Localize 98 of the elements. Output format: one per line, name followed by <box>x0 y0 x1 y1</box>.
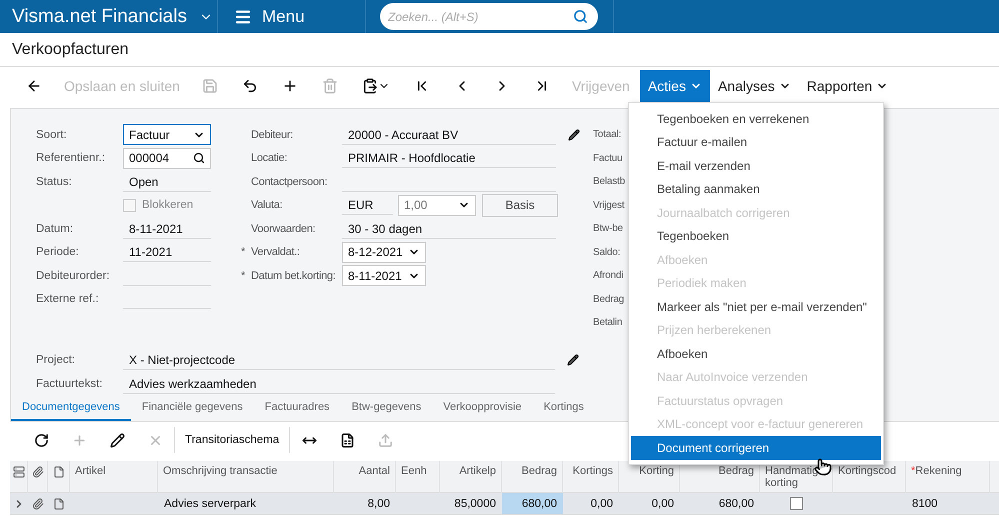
column-header[interactable]: Omschrijving transactie <box>163 465 328 477</box>
menu-item[interactable]: Factuur e-mailen <box>631 130 881 154</box>
field-label: Status: <box>36 176 73 188</box>
field-label: Referentienr.: <box>36 152 106 164</box>
value-field[interactable]: 11-2021 <box>123 242 211 262</box>
field-label: Voorwaarden: <box>251 222 316 235</box>
field-label: Contactpersoon: <box>251 176 328 188</box>
tab[interactable]: Documentgegevens <box>11 394 131 421</box>
required-mark: * <box>241 270 246 282</box>
stack-icon <box>12 466 24 478</box>
tab[interactable]: Financiële gegevens <box>130 394 254 421</box>
column-header[interactable]: Kortings <box>568 465 613 477</box>
menu-button[interactable]: Menu <box>218 0 366 33</box>
toolbar-button[interactable]: Transitoriaschema <box>174 427 290 453</box>
field-label: Periode: <box>36 246 80 258</box>
menu-item[interactable]: Tegenboeken <box>631 224 881 248</box>
menu-item[interactable]: Markeer als "niet per e-mail verzenden" <box>631 295 881 318</box>
date-field[interactable]: 8-11-2021 <box>342 265 426 286</box>
table-cell-text: 0,00 <box>650 496 675 512</box>
column-header[interactable]: Artikel <box>75 465 152 477</box>
menu-item[interactable]: Betaling aanmaken <box>631 178 881 201</box>
table-cell-text: 680,00 <box>718 496 755 512</box>
field-label: Totaal: <box>593 129 622 140</box>
reference-field[interactable]: 000004 <box>123 148 211 169</box>
table-cell-text: 8,00 <box>366 496 391 512</box>
column-header[interactable]: Aantal <box>339 465 390 477</box>
column-header[interactable]: Korting <box>624 465 674 477</box>
field-label: Debiteurorder: <box>36 270 111 282</box>
date-field[interactable]: 8-12-2021 <box>342 242 426 263</box>
tab[interactable]: Factuuradres <box>254 394 341 421</box>
column-header[interactable]: Artikelp <box>445 465 496 477</box>
menu-item[interactable]: E-mail verzenden <box>631 154 881 178</box>
clipboard-icon[interactable] <box>362 78 378 94</box>
field-label: Factuu <box>593 152 622 164</box>
column-header[interactable]: Bedrag <box>507 465 557 477</box>
column-header[interactable]: *Rekening <box>911 465 984 477</box>
menu-item[interactable]: Tegenboeken en verrekenen <box>631 107 881 130</box>
tab[interactable]: Btw-gegevens <box>340 394 432 421</box>
field-label: Vervaldat.: <box>251 246 301 258</box>
edit-icon[interactable] <box>568 128 580 141</box>
value-field[interactable]: 8-11-2021 <box>123 218 211 239</box>
table-cell-text: Advies serverpark <box>163 496 258 512</box>
tab[interactable]: Kortings <box>532 394 595 421</box>
field-label: Vrijgest <box>593 200 624 211</box>
table-cell-text: 0,00 <box>590 496 614 512</box>
required-mark: * <box>241 246 246 258</box>
value-field[interactable]: Advies werkzaamheden <box>123 374 555 394</box>
field-label: Btw-be <box>593 223 623 234</box>
rate-select[interactable]: 1,00 <box>398 194 476 216</box>
column-header[interactable]: Kortingscod <box>838 465 900 477</box>
field-label: Saldo: <box>593 246 620 258</box>
field-label: Project: <box>36 354 76 366</box>
table-row[interactable]: Advies serverpark 8,00 85,0000 680,00 0,00 0,00 680,00 8100 <box>10 493 999 515</box>
page-title: Verkoopfacturen <box>0 33 999 67</box>
tab[interactable]: Verkoopprovisie <box>432 394 533 421</box>
value-field[interactable]: X - Niet-projectcode <box>123 350 555 370</box>
type-select[interactable]: Factuur <box>123 124 211 146</box>
menu-icon[interactable] <box>234 8 252 26</box>
edit-icon[interactable] <box>567 354 579 366</box>
app-title: Visma.net Financials <box>12 6 187 28</box>
value-field[interactable]: PRIMAIR - Hoofdlocatie <box>342 148 556 168</box>
field-label: Bedrag <box>593 294 624 305</box>
field-label: Belastb <box>593 176 625 188</box>
menu-button[interactable]: Rapporten <box>798 70 896 102</box>
field-label: Valuta: <box>251 199 284 212</box>
column-header[interactable]: Eenh <box>401 465 434 477</box>
table-cell: 680,00 <box>502 493 563 514</box>
field-label: Externe ref.: <box>36 293 100 306</box>
base-button[interactable]: Basis <box>482 194 558 217</box>
column-header[interactable]: Bedrag <box>685 465 754 477</box>
table-cell-text: 85,0000 <box>453 496 497 512</box>
field-label: Soort: <box>36 128 68 141</box>
field-label: Betalin <box>593 317 622 328</box>
search-icon[interactable] <box>193 152 205 164</box>
field-label: Locatie: <box>251 152 288 164</box>
checkbox[interactable] <box>123 198 136 212</box>
document-icon[interactable] <box>53 498 65 510</box>
attachment-icon[interactable] <box>32 498 44 510</box>
value-field[interactable]: 20000 - Accuraat BV <box>342 124 556 145</box>
field-label: Factuurtekst: <box>36 378 104 390</box>
currency-field[interactable]: EUR <box>342 195 393 216</box>
checkbox[interactable] <box>790 497 803 510</box>
menu-item[interactable]: Afboeken <box>631 342 881 366</box>
menu-item[interactable]: Document corrigeren <box>631 436 881 460</box>
field-label: Datum: <box>36 222 74 235</box>
menu-button[interactable]: Analyses <box>710 70 799 102</box>
table-cell-text: 8100 <box>911 496 939 512</box>
field-label: Debiteur: <box>251 128 294 141</box>
field-label: Datum bet.korting: <box>251 270 336 282</box>
attachment-icon <box>32 466 44 478</box>
checkbox-label: Blokkeren <box>142 199 194 212</box>
menu-button[interactable]: Acties <box>640 70 710 102</box>
field-label: Afrondi <box>593 270 624 282</box>
search-field[interactable]: Zoeken... (Alt+S) <box>380 3 598 30</box>
value-field[interactable]: 30 - 30 dagen <box>342 218 556 239</box>
document-icon <box>52 466 64 478</box>
column-header[interactable]: Handmatig korting <box>765 465 827 489</box>
value-field[interactable]: Open <box>123 172 211 192</box>
